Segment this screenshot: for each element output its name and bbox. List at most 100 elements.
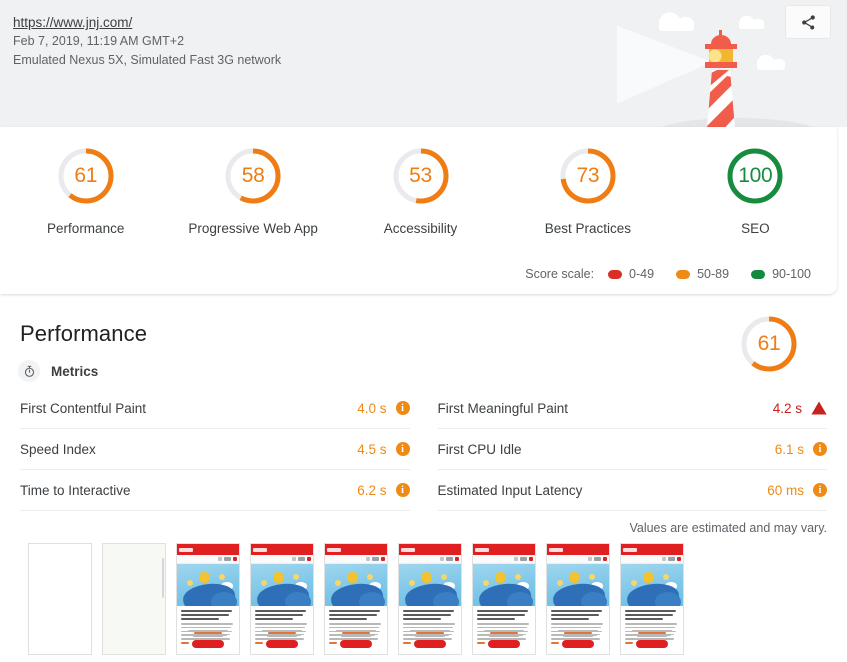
footer-text	[257, 630, 307, 637]
scores-card: 61 Performance 58 Progressive Web App 53	[0, 127, 837, 294]
hero-image	[547, 564, 609, 606]
score-value: 100	[738, 164, 773, 187]
metric-right: 4.2 s	[773, 401, 827, 416]
scale-dot-red	[608, 269, 623, 279]
hero-image	[399, 564, 461, 606]
stopwatch-icon	[18, 360, 40, 382]
metric-right: 4.0 s i	[357, 400, 410, 416]
site-header-bar	[177, 544, 239, 555]
metric-name: Time to Interactive	[20, 482, 131, 498]
scale-item-low: 0-49	[608, 267, 654, 281]
footer-text	[405, 630, 455, 637]
scale-dot-green	[751, 269, 766, 279]
scale-dot-orange	[676, 269, 691, 279]
score-value: 58	[241, 164, 265, 187]
footer-text	[627, 630, 677, 637]
score-value: 73	[576, 164, 600, 187]
performance-section-gauge: 61	[738, 313, 800, 375]
info-icon[interactable]: i	[395, 483, 410, 497]
metrics-label: Metrics	[51, 363, 99, 379]
filmstrip-frame[interactable]	[620, 543, 684, 655]
site-header-bar	[473, 544, 535, 555]
footer-text	[553, 630, 603, 637]
score-value: 61	[757, 332, 781, 355]
score-gauge-accessibility[interactable]: 53 Accessibility	[339, 145, 502, 236]
warning-triangle-icon[interactable]	[811, 401, 827, 415]
metric-row[interactable]: First Meaningful Paint 4.2 s	[437, 388, 827, 429]
metric-row[interactable]: Time to Interactive 6.2 s i	[20, 470, 410, 511]
metric-row[interactable]: First CPU Idle 6.1 s i	[437, 429, 827, 470]
browser-chrome	[473, 555, 535, 564]
body-text	[547, 606, 609, 644]
metric-value: 4.5 s	[357, 441, 387, 457]
estimate-note: Values are estimated and may vary.	[629, 521, 827, 535]
hero-image	[251, 564, 313, 606]
metric-name: Estimated Input Latency	[437, 482, 583, 498]
filmstrip-frame[interactable]	[250, 543, 314, 655]
gauge-ring: 58	[222, 145, 284, 207]
filmstrip-frame[interactable]	[176, 543, 240, 655]
metric-row[interactable]: First Contentful Paint 4.0 s i	[20, 388, 410, 429]
body-text	[177, 606, 239, 644]
gauge-ring: 73	[557, 145, 619, 207]
metric-right: 6.1 s i	[775, 442, 827, 457]
metrics-header: Metrics	[18, 360, 847, 382]
performance-header: Performance 61	[0, 294, 847, 372]
hero-image	[621, 564, 683, 606]
body-text	[325, 606, 387, 644]
browser-chrome	[325, 555, 387, 564]
cta-button	[488, 640, 520, 648]
filmstrip-frame[interactable]	[398, 543, 462, 655]
metric-value: 60 ms	[767, 482, 804, 498]
scale-range-low: 0-49	[629, 267, 655, 281]
run-timestamp: Feb 7, 2019, 11:19 AM GMT+2	[13, 34, 185, 48]
info-icon[interactable]: i	[813, 483, 827, 497]
scale-item-high: 90-100	[751, 267, 811, 281]
share-icon	[801, 14, 815, 30]
metric-value: 6.2 s	[357, 482, 387, 498]
performance-section: Performance 61 Metrics First Contentful …	[0, 294, 847, 655]
metric-row[interactable]: Speed Index 4.5 s i	[20, 429, 410, 470]
filmstrip-frame[interactable]	[102, 543, 166, 655]
info-icon[interactable]: i	[395, 442, 410, 456]
scrollbar	[162, 558, 164, 598]
metric-value: 4.0 s	[357, 400, 387, 416]
run-environment: Emulated Nexus 5X, Simulated Fast 3G net…	[13, 53, 282, 67]
info-icon[interactable]: i	[813, 442, 827, 456]
filmstrip-frame[interactable]	[324, 543, 388, 655]
score-gauge-performance[interactable]: 61 Performance	[4, 145, 167, 236]
score-gauge-pwa[interactable]: 58 Progressive Web App	[171, 145, 334, 236]
audited-url-link[interactable]: https://www.jnj.com/	[13, 14, 132, 31]
score-value: 61	[74, 164, 98, 187]
gauge-ring: 61	[55, 145, 117, 207]
score-label: Accessibility	[383, 221, 458, 236]
score-label: Performance	[47, 221, 125, 236]
cta-button	[636, 640, 668, 648]
filmstrip-frame[interactable]	[546, 543, 610, 655]
info-icon[interactable]: i	[395, 401, 410, 415]
browser-chrome	[251, 555, 313, 564]
filmstrip	[0, 535, 847, 655]
score-value: 53	[409, 164, 432, 187]
site-header-bar	[399, 544, 461, 555]
hero-image	[473, 564, 535, 606]
site-header-bar	[251, 544, 313, 555]
gauge-ring: 100	[724, 145, 786, 207]
score-gauge-best-practices[interactable]: 73 Best Practices	[506, 145, 669, 236]
filmstrip-frame[interactable]	[28, 543, 92, 655]
metric-value: 4.2 s	[772, 400, 802, 416]
site-header-bar	[325, 544, 387, 555]
body-text	[473, 606, 535, 644]
score-gauge-seo[interactable]: 100 SEO	[674, 145, 837, 236]
share-button[interactable]	[785, 5, 831, 39]
body-text	[399, 606, 461, 644]
footer-text	[183, 630, 233, 637]
metric-name: First Contentful Paint	[20, 400, 147, 416]
cta-button	[192, 640, 224, 648]
page-title: Performance	[20, 321, 148, 346]
score-scale-title: Score scale:	[525, 267, 595, 281]
browser-chrome	[177, 555, 239, 564]
score-gauges: 61 Performance 58 Progressive Web App 53	[0, 127, 837, 236]
filmstrip-frame[interactable]	[472, 543, 536, 655]
metric-row[interactable]: Estimated Input Latency 60 ms i	[437, 470, 827, 511]
